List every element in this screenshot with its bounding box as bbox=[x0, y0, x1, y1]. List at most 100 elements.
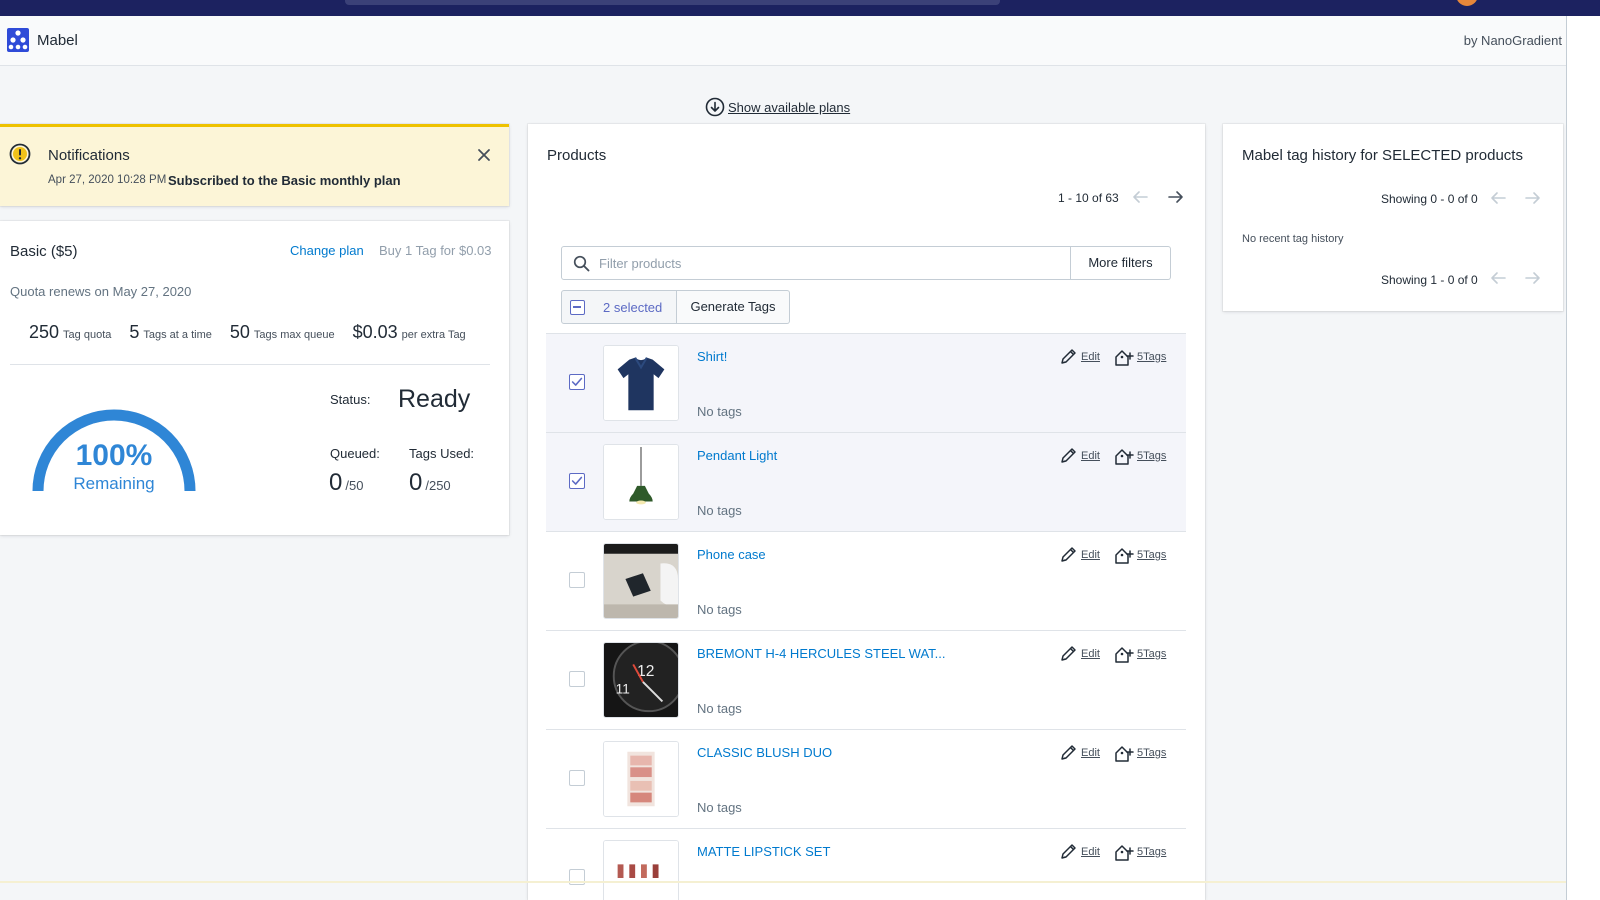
change-plan-link[interactable]: Change plan bbox=[290, 243, 364, 258]
status-value: Ready bbox=[398, 385, 471, 413]
more-filters-button[interactable]: More filters bbox=[1071, 246, 1171, 280]
row-checkbox[interactable] bbox=[569, 572, 585, 588]
queued-max: /50 bbox=[345, 478, 364, 493]
tags-used-max: /250 bbox=[425, 478, 451, 493]
arrow-left-icon[interactable] bbox=[1489, 190, 1507, 206]
pencil-icon bbox=[1061, 646, 1076, 661]
edit-label: Edit bbox=[1081, 846, 1100, 858]
edit-link[interactable]: Edit bbox=[1058, 545, 1100, 565]
tag-history-card: Mabel tag history for SELECTED products … bbox=[1223, 124, 1563, 311]
edit-link[interactable]: Edit bbox=[1058, 347, 1100, 367]
quota-stats: 250 Tag quota 5 Tags at a time 50 Tags m… bbox=[29, 322, 484, 343]
product-name[interactable]: Phone case bbox=[697, 547, 766, 562]
arrow-left-icon[interactable] bbox=[1489, 270, 1507, 286]
edit-label: Edit bbox=[1081, 450, 1100, 462]
tag-plus-icon bbox=[1115, 548, 1134, 564]
status-label: Status: bbox=[330, 392, 371, 407]
queued-value: 0 bbox=[329, 469, 343, 496]
tag-label: 5Tags bbox=[1137, 648, 1167, 660]
tag-link[interactable]: 5Tags bbox=[1114, 743, 1166, 763]
arrow-right-icon[interactable] bbox=[1524, 270, 1542, 286]
product-row[interactable]: CLASSIC BLUSH DUO No tags Edit 5Tags bbox=[546, 729, 1186, 828]
product-thumbnail[interactable] bbox=[603, 840, 679, 900]
page-scrollbar[interactable] bbox=[1566, 16, 1600, 900]
selected-count: 2 selected bbox=[603, 300, 663, 315]
quota-label: per extra Tag bbox=[401, 329, 466, 341]
product-thumbnail[interactable] bbox=[603, 741, 679, 817]
tag-label: 5Tags bbox=[1137, 351, 1167, 363]
bottom-edge bbox=[0, 881, 1566, 883]
pencil-icon bbox=[1061, 448, 1076, 463]
tag-label: 5Tags bbox=[1137, 450, 1167, 462]
notification-date: Apr 27, 2020 10:28 PM bbox=[48, 174, 167, 186]
browser-topbar bbox=[0, 0, 1600, 16]
queued-count: 0/50 bbox=[329, 469, 363, 497]
generate-tags-button[interactable]: Generate Tags bbox=[677, 290, 790, 324]
app-byline: by NanoGradient bbox=[1463, 33, 1562, 48]
arrow-right-icon[interactable] bbox=[1524, 190, 1542, 206]
tag-label: 5Tags bbox=[1137, 846, 1167, 858]
plan-name: Basic ($5) bbox=[10, 243, 78, 260]
product-row[interactable]: Phone case No tags Edit 5Tags bbox=[546, 531, 1186, 630]
product-tags: No tags bbox=[697, 800, 742, 815]
product-name[interactable]: MATTE LIPSTICK SET bbox=[697, 844, 830, 859]
remaining-gauge: 100% Remaining bbox=[32, 409, 196, 493]
product-name[interactable]: CLASSIC BLUSH DUO bbox=[697, 745, 832, 760]
svg-text:11: 11 bbox=[616, 682, 630, 697]
show-plans-link[interactable]: Show available plans bbox=[705, 97, 850, 117]
gauge-percent: 100% bbox=[76, 439, 153, 472]
product-thumbnail[interactable] bbox=[603, 543, 679, 619]
edit-link[interactable]: Edit bbox=[1058, 743, 1100, 763]
tag-link[interactable]: 5Tags bbox=[1114, 347, 1166, 367]
tag-link[interactable]: 5Tags bbox=[1114, 842, 1166, 862]
product-name[interactable]: BREMONT H-4 HERCULES STEEL WAT... bbox=[697, 646, 946, 661]
product-row[interactable]: MATTE LIPSTICK SET Edit 5Tags bbox=[546, 828, 1186, 900]
bulk-select-button[interactable]: 2 selected bbox=[561, 290, 677, 324]
row-checkbox[interactable] bbox=[569, 671, 585, 687]
products-title: Products bbox=[547, 147, 607, 164]
tag-label: 5Tags bbox=[1137, 747, 1167, 759]
tag-link[interactable]: 5Tags bbox=[1114, 644, 1166, 664]
address-bar-edge[interactable] bbox=[345, 0, 1000, 5]
edit-label: Edit bbox=[1081, 747, 1100, 759]
edit-link[interactable]: Edit bbox=[1058, 644, 1100, 664]
product-name[interactable]: Pendant Light bbox=[697, 448, 777, 463]
checkmark-icon bbox=[571, 377, 583, 386]
tag-link[interactable]: 5Tags bbox=[1114, 446, 1166, 466]
row-checkbox[interactable] bbox=[569, 374, 585, 390]
tag-plus-icon bbox=[1115, 350, 1134, 366]
quota-label: Tag quota bbox=[63, 329, 112, 341]
row-checkbox[interactable] bbox=[569, 473, 585, 489]
filter-field bbox=[561, 246, 1071, 280]
arrow-right-icon[interactable] bbox=[1167, 189, 1185, 205]
profile-avatar[interactable] bbox=[1456, 0, 1478, 6]
mabel-logo-icon bbox=[7, 28, 29, 52]
quota-value: 5 bbox=[129, 322, 140, 342]
indeterminate-checkbox-icon bbox=[570, 300, 585, 315]
close-icon[interactable] bbox=[476, 147, 492, 163]
edit-link[interactable]: Edit bbox=[1058, 446, 1100, 466]
quota-label: Tags max queue bbox=[253, 329, 335, 341]
product-thumbnail[interactable]: 12 11 bbox=[603, 642, 679, 718]
quota-value: 250 bbox=[29, 322, 60, 342]
tags-used-count: 0/250 bbox=[409, 469, 451, 497]
product-row[interactable]: Shirt! No tags Edit 5Tags bbox=[546, 333, 1186, 432]
notification-title: Notifications bbox=[48, 147, 130, 164]
tag-plus-icon bbox=[1115, 449, 1134, 465]
arrow-left-icon[interactable] bbox=[1131, 189, 1149, 205]
product-name[interactable]: Shirt! bbox=[697, 349, 727, 364]
tag-link[interactable]: 5Tags bbox=[1114, 545, 1166, 565]
row-checkbox[interactable] bbox=[569, 770, 585, 786]
app-header: Mabel by NanoGradient bbox=[0, 16, 1566, 66]
product-row[interactable]: 12 11 BREMONT H-4 HERCULES STEEL WAT... No … bbox=[546, 630, 1186, 729]
quota-label: Tags at a time bbox=[143, 329, 212, 341]
edit-link[interactable]: Edit bbox=[1058, 842, 1100, 862]
product-thumbnail[interactable] bbox=[603, 345, 679, 421]
pencil-icon bbox=[1061, 547, 1076, 562]
product-row[interactable]: Pendant Light No tags Edit 5Tags bbox=[546, 432, 1186, 531]
filter-input[interactable] bbox=[599, 251, 1059, 275]
search-icon bbox=[573, 255, 590, 272]
buy-tag-link[interactable]: Buy 1 Tag for $0.03 bbox=[379, 243, 492, 258]
product-thumbnail[interactable] bbox=[603, 444, 679, 520]
bulk-actions: 2 selected Generate Tags bbox=[561, 290, 790, 324]
